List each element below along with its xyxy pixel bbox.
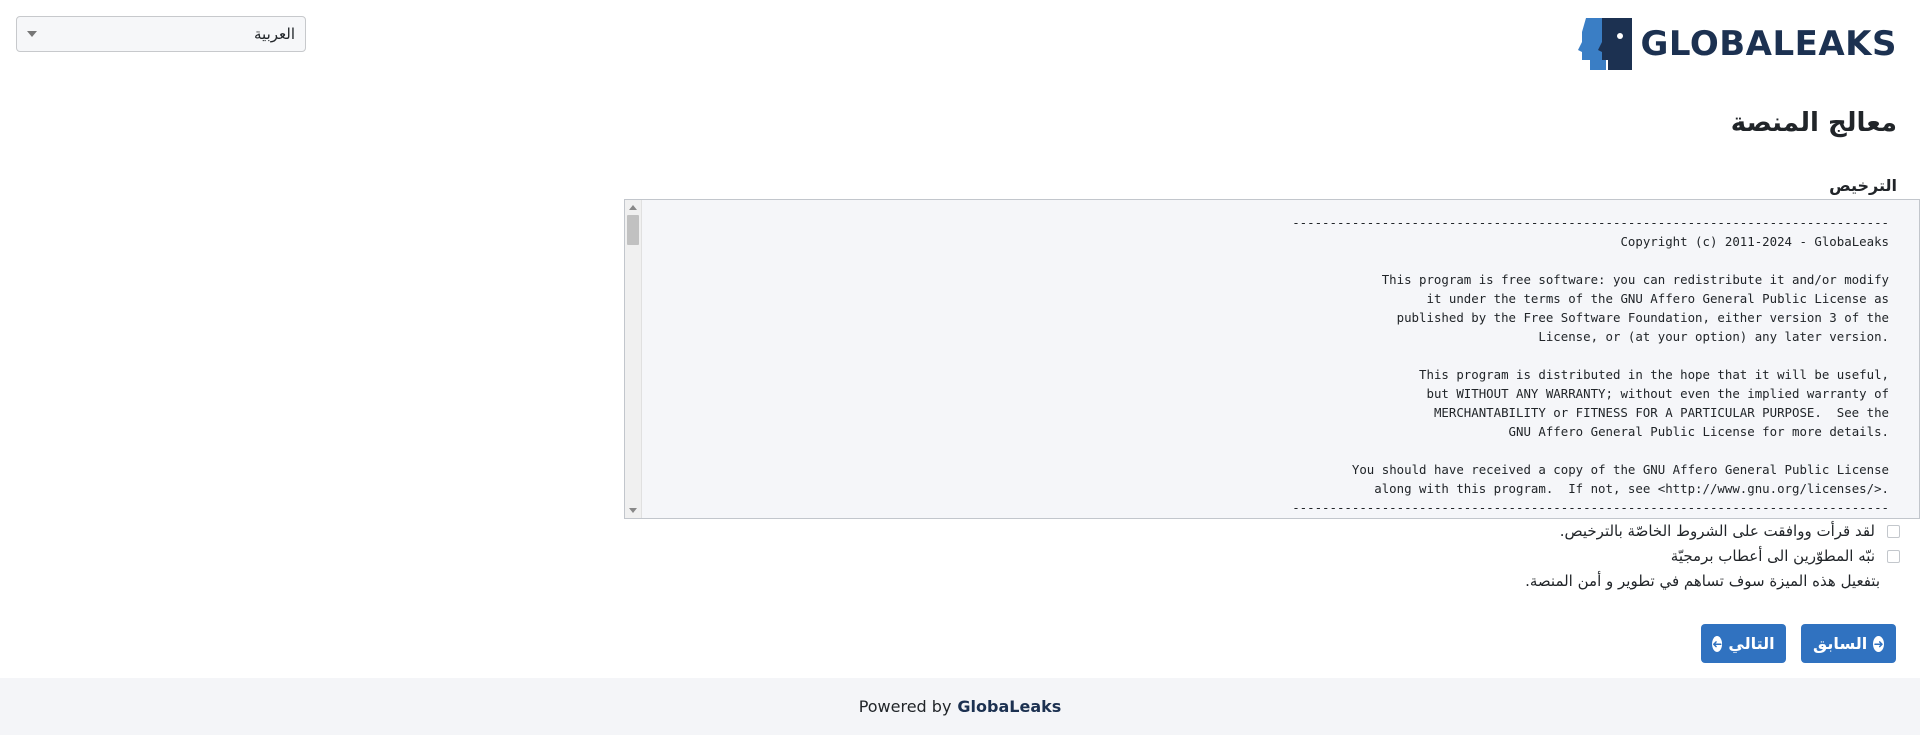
next-button[interactable]: التالي ➜: [1701, 624, 1786, 663]
notify-developers-hint: بتفعيل هذه الميزة سوف تساهم في تطوير و أ…: [1525, 572, 1880, 590]
previous-button-label: السابق: [1813, 634, 1868, 653]
scroll-up-arrow-icon[interactable]: [629, 205, 637, 210]
license-scrollbar[interactable]: [625, 200, 642, 518]
accept-license-row[interactable]: لقد قرأت ووافقت على الشروط الخاصّة بالتر…: [1560, 522, 1900, 540]
notify-developers-label: نبّه المطوّرين الى أعطاب برمجيّة: [1670, 547, 1875, 565]
footer: Powered by GlobaLeaks: [0, 678, 1920, 735]
scroll-down-arrow-icon[interactable]: [629, 508, 637, 513]
footer-brand-link[interactable]: GlobaLeaks: [957, 697, 1061, 716]
accept-license-checkbox[interactable]: [1887, 524, 1900, 538]
logo-text: GLOBALEAKS: [1640, 24, 1897, 64]
scroll-thumb[interactable]: [627, 215, 639, 245]
notify-developers-checkbox[interactable]: [1887, 549, 1900, 563]
language-value: العربية: [254, 25, 295, 43]
globaleaks-logo-icon: [1578, 18, 1633, 70]
accept-license-label: لقد قرأت ووافقت على الشروط الخاصّة بالتر…: [1559, 522, 1875, 540]
page-title: معالج المنصة: [1730, 108, 1897, 138]
arrow-right-circle-icon: ➜: [1873, 635, 1884, 652]
powered-by-text: Powered by: [858, 697, 952, 716]
next-button-label: التالي: [1728, 634, 1775, 653]
logo: GLOBALEAKS: [1576, 16, 1897, 72]
language-select[interactable]: العربية: [16, 16, 306, 52]
arrow-left-circle-icon: ➜: [1712, 635, 1723, 652]
license-label: الترخيص: [1829, 176, 1897, 195]
notify-developers-row[interactable]: نبّه المطوّرين الى أعطاب برمجيّة: [1671, 547, 1900, 565]
license-textarea[interactable]: ----------------------------------------…: [624, 199, 1920, 519]
license-text: ----------------------------------------…: [1292, 215, 1889, 515]
chevron-down-icon: [27, 31, 37, 37]
previous-button[interactable]: ➜ السابق: [1801, 624, 1896, 663]
